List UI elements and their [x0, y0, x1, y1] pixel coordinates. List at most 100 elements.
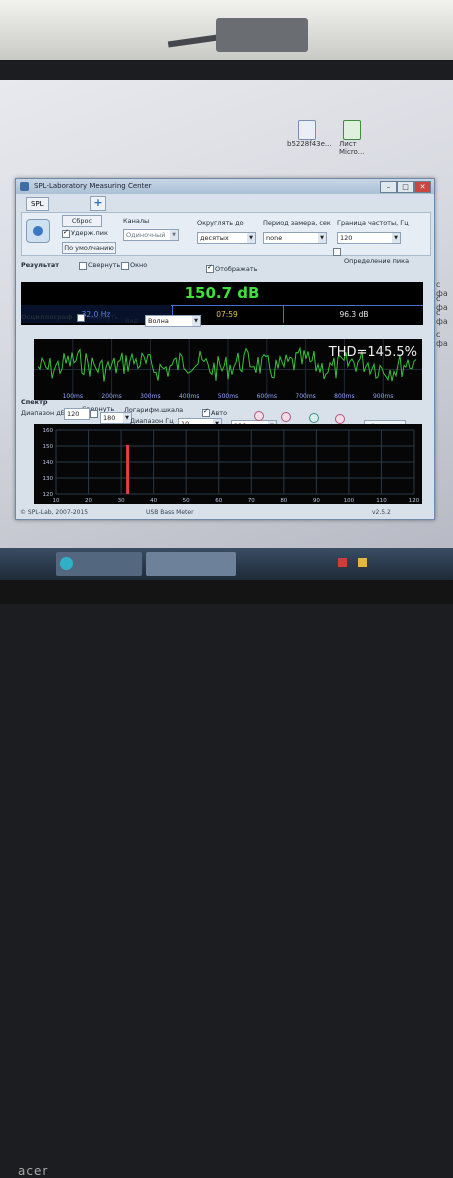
maximize-button[interactable]: □: [397, 181, 414, 193]
taskbar-app-button[interactable]: [146, 552, 236, 576]
result-collapse-checkbox[interactable]: [79, 262, 87, 270]
chevron-down-icon: ▼: [318, 233, 326, 243]
x-tick-label: 110: [376, 498, 387, 504]
spectrum-collapse-checkbox[interactable]: [90, 410, 98, 418]
chevron-down-icon: ▼: [170, 230, 178, 240]
auto-label: Авто: [211, 409, 228, 417]
default-button[interactable]: По умолчанию: [62, 242, 116, 254]
reset-button[interactable]: Сброс: [62, 215, 102, 227]
y-tick-label: 150: [43, 444, 54, 450]
x-tick-label: 80: [280, 498, 287, 504]
time-tick-label: 800ms: [334, 393, 354, 400]
taskbar: [0, 548, 453, 580]
spectrum-svg: 16015014013012010 20 30 40 50 60 70 80 90 100 110 1…: [43, 428, 420, 504]
x-tick-label: 100: [344, 498, 355, 504]
hold-peak-label: Удерж.пик: [71, 229, 108, 237]
time-tick-label: 700ms: [295, 393, 315, 400]
range-db-min-select[interactable]: 120: [64, 408, 90, 420]
spectrum-section-title: Спектр: [21, 398, 48, 406]
oscilloscope-view-select[interactable]: Волна ▼: [145, 315, 201, 327]
result-section-title: Результат: [21, 261, 59, 269]
brand-logo: acer: [18, 1164, 49, 1178]
tab-spl[interactable]: SPL: [26, 197, 49, 211]
y-tick-label: 140: [43, 460, 54, 466]
spl-value: 150.7 dB: [184, 284, 260, 302]
peak-detect-label: Определение пика: [344, 257, 410, 265]
color-option-2[interactable]: [281, 412, 291, 422]
monitor-bottom-bezel: acer: [0, 580, 453, 1178]
range-db-label: Диапазон дБ: [21, 409, 66, 417]
spectrum-peak-bar: [126, 444, 130, 494]
x-tick-label: 70: [248, 498, 255, 504]
x-tick-label: 120: [409, 498, 420, 504]
spl-window: SPL-Laboratory Measuring Center – □ ✕ SP…: [15, 178, 435, 520]
desktop-icon-label: Лист Micro...: [339, 140, 365, 156]
minimize-button[interactable]: –: [380, 181, 397, 193]
close-button[interactable]: ✕: [414, 181, 431, 193]
result-show-checkbox[interactable]: [206, 263, 214, 273]
monitor-top-bezel: [0, 0, 453, 60]
y-tick-label: 130: [43, 476, 54, 482]
period-select[interactable]: none ▼: [263, 232, 327, 244]
oscilloscope-collapse-label: Свернуть: [86, 313, 119, 321]
oscilloscope-section-title: Осциллограф: [21, 313, 73, 321]
window-title: SPL-Laboratory Measuring Center: [34, 182, 152, 190]
x-tick-label: 90: [313, 498, 320, 504]
add-tab-button[interactable]: +: [90, 196, 106, 211]
desktop-icon-label: b5228f43e...: [287, 140, 332, 148]
taskbar-browser-button[interactable]: [56, 552, 142, 576]
result-window-checkbox[interactable]: [121, 262, 129, 270]
time-tick-label: 600ms: [257, 393, 277, 400]
result-collapse-label: Свернуть: [88, 261, 121, 269]
settings-panel: Сброс Удерж.пик По умолчанию Каналы Один…: [21, 212, 431, 256]
excel-file-icon[interactable]: [343, 120, 361, 140]
speaker-icon[interactable]: [26, 219, 50, 243]
x-tick-label: 40: [150, 498, 157, 504]
thd-readout: THD=145.5%: [328, 345, 417, 360]
x-tick-label: 30: [118, 498, 125, 504]
time-tick-label: 900ms: [373, 393, 393, 400]
x-tick-label: 60: [215, 498, 222, 504]
usb-cable: [167, 34, 219, 48]
title-bar[interactable]: SPL-Laboratory Measuring Center – □ ✕: [16, 179, 434, 194]
time-tick-label: 400ms: [179, 393, 199, 400]
chevron-down-icon: ▼: [247, 233, 255, 243]
usb-bass-meter-device: [216, 18, 308, 52]
tray-icon[interactable]: [338, 558, 347, 567]
channels-label: Каналы: [123, 217, 150, 225]
tray-icon[interactable]: [358, 558, 367, 567]
min-level-value: 96.3 dB: [283, 305, 424, 323]
time-tick-label: 500ms: [218, 393, 238, 400]
time-tick-label: 100ms: [63, 393, 83, 400]
log-scale-label: Логарифм.шкала: [124, 406, 184, 414]
app-name-text: USB Bass Meter: [146, 509, 194, 516]
color-option-4[interactable]: [335, 414, 345, 424]
x-tick-label: 20: [85, 498, 92, 504]
oscilloscope-view-label: Вид: [125, 317, 139, 325]
freq-limit-label: Граница частоты, Гц: [337, 219, 409, 227]
freq-limit-select[interactable]: 120 ▼: [337, 232, 401, 244]
x-tick-label: 10: [53, 498, 60, 504]
chevron-down-icon: ▼: [392, 233, 400, 243]
auto-checkbox[interactable]: [202, 407, 210, 417]
audio-file-icon[interactable]: [298, 120, 316, 140]
side-text: с фа: [436, 330, 448, 348]
hold-peak-checkbox[interactable]: [62, 228, 70, 238]
round-label: Округлять до: [197, 219, 244, 227]
round-select[interactable]: десятых ▼: [197, 232, 256, 244]
result-show-label: Отображать: [215, 265, 258, 273]
peak-detect-checkbox[interactable]: [333, 248, 341, 256]
app-icon: [20, 182, 29, 191]
oscilloscope-collapse-checkbox[interactable]: [77, 314, 85, 322]
oscilloscope-plot: 100ms 200ms 300ms 400ms 500ms 600ms 700ms 800ms…: [34, 339, 422, 400]
copyright-text: © SPL-Lab, 2007-2015: [20, 509, 89, 516]
version-text: v2.5.2: [372, 509, 391, 516]
side-text: с фа: [436, 308, 448, 326]
browser-icon: [60, 557, 73, 570]
color-option-1[interactable]: [254, 411, 264, 421]
chevron-down-icon: ▼: [192, 316, 200, 326]
period-label: Период замера, сек: [263, 219, 331, 227]
channels-select[interactable]: Одиночный ▼: [123, 229, 179, 241]
status-bar: © SPL-Lab, 2007-2015 USB Bass Meter v2.5…: [16, 507, 434, 519]
color-option-3[interactable]: [309, 413, 319, 423]
